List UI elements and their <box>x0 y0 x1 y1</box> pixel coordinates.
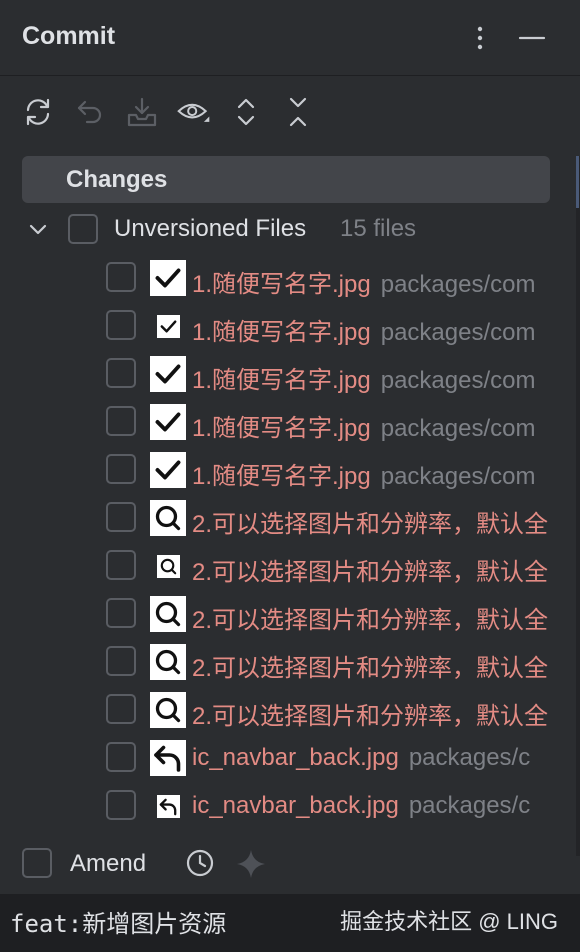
image-thumbnail-search-icon <box>157 555 180 578</box>
file-path: packages/com <box>380 415 536 442</box>
minimize-icon <box>518 36 546 40</box>
file-name: 1.随便写名字.jpg <box>192 367 371 394</box>
unversioned-files-group[interactable]: Unversioned Files 15 files <box>0 206 580 252</box>
commit-options-bar: Amend <box>0 834 580 894</box>
collapse-all-button[interactable] <box>280 94 316 130</box>
file-path: packages/com <box>380 367 536 394</box>
file-list: 1.随便写名字.jpg packages/com 1.随便写名字.jpg packag… <box>0 254 580 834</box>
clock-icon[interactable] <box>184 847 216 879</box>
commit-message-area[interactable]: feat:新增图片资源 掘金技术社区 @ LING <box>0 894 580 952</box>
view-options-button[interactable] <box>176 94 212 130</box>
file-row[interactable]: 1.随便写名字.jpg packages/com <box>0 398 580 446</box>
file-checkbox[interactable] <box>106 502 136 532</box>
chevron-down-icon[interactable] <box>26 217 50 241</box>
file-name: ic_navbar_back.jpg <box>192 792 399 819</box>
file-path: packages/com <box>380 271 536 298</box>
file-row[interactable]: ic_navbar_back.jpg packages/c <box>0 734 580 782</box>
image-thumbnail-back-icon <box>150 740 186 776</box>
file-path: packages/com <box>380 463 536 490</box>
shelve-button[interactable] <box>124 94 160 130</box>
expand-all-icon <box>237 98 255 126</box>
file-path: packages/c <box>408 744 531 771</box>
image-thumbnail-check-icon <box>150 260 186 296</box>
group-label: Unversioned Files <box>114 215 307 242</box>
file-checkbox[interactable] <box>106 550 136 580</box>
changes-tab[interactable]: Changes <box>22 156 550 203</box>
file-name: 2.可以选择图片和分辨率，默认全 <box>192 703 549 730</box>
minimize-button[interactable] <box>516 22 548 54</box>
sparkle-icon[interactable] <box>234 847 268 881</box>
file-row[interactable]: ic_navbar_back.jpg packages/c <box>0 782 580 830</box>
image-thumbnail-search-icon <box>150 500 186 536</box>
amend-label[interactable]: Amend <box>70 850 146 878</box>
watermark: 掘金技术社区 @ LING <box>340 909 558 934</box>
undo-icon <box>77 100 102 124</box>
image-thumbnail-back-icon <box>157 795 180 818</box>
file-row[interactable]: 1.随便写名字.jpg packages/com <box>0 302 580 350</box>
file-checkbox[interactable] <box>106 406 136 436</box>
file-checkbox[interactable] <box>106 790 136 820</box>
file-row[interactable]: 2.可以选择图片和分辨率，默认全 <box>0 494 580 542</box>
image-thumbnail-check-icon <box>157 315 180 338</box>
file-name: 1.随便写名字.jpg <box>192 319 371 346</box>
file-row[interactable]: 2.可以选择图片和分辨率，默认全 <box>0 542 580 590</box>
file-checkbox[interactable] <box>106 454 136 484</box>
group-checkbox[interactable] <box>68 214 98 244</box>
file-row[interactable]: 2.可以选择图片和分辨率，默认全 <box>0 638 580 686</box>
file-checkbox[interactable] <box>106 742 136 772</box>
group-file-count: 15 files <box>340 215 417 242</box>
file-name: ic_navbar_back.jpg <box>192 744 399 771</box>
image-thumbnail-check-icon <box>150 404 186 440</box>
file-name: 2.可以选择图片和分辨率，默认全 <box>192 559 549 586</box>
commit-toolbar <box>0 88 580 136</box>
options-menu-button[interactable] <box>464 22 496 54</box>
collapse-all-icon <box>289 97 307 127</box>
file-name: 1.随便写名字.jpg <box>192 271 371 298</box>
file-row[interactable]: 1.随便写名字.jpg packages/com <box>0 350 580 398</box>
image-thumbnail-search-icon <box>150 692 186 728</box>
file-name: 2.可以选择图片和分辨率，默认全 <box>192 607 549 634</box>
file-name: 1.随便写名字.jpg <box>192 415 371 442</box>
panel-title: Commit <box>22 22 116 50</box>
file-checkbox[interactable] <box>106 694 136 724</box>
file-checkbox[interactable] <box>106 358 136 388</box>
scrollbar-thumb[interactable] <box>576 156 579 208</box>
image-thumbnail-search-icon <box>150 644 186 680</box>
file-name: 2.可以选择图片和分辨率，默认全 <box>192 655 549 682</box>
image-thumbnail-check-icon <box>150 452 186 488</box>
file-checkbox[interactable] <box>106 262 136 292</box>
image-thumbnail-search-icon <box>150 596 186 632</box>
image-thumbnail-check-icon <box>150 356 186 392</box>
file-row[interactable]: 1.随便写名字.jpg packages/com <box>0 446 580 494</box>
download-tray-icon <box>127 97 157 127</box>
file-name: 2.可以选择图片和分辨率，默认全 <box>192 511 549 538</box>
file-row[interactable]: 2.可以选择图片和分辨率，默认全 <box>0 686 580 734</box>
eye-icon <box>177 103 210 122</box>
file-checkbox[interactable] <box>106 598 136 628</box>
refresh-button[interactable] <box>20 94 56 130</box>
refresh-icon <box>26 98 50 126</box>
more-vertical-icon <box>477 26 483 50</box>
file-row[interactable]: 2.可以选择图片和分辨率，默认全 <box>0 590 580 638</box>
rollback-button[interactable] <box>72 94 108 130</box>
file-name: 1.随便写名字.jpg <box>192 463 371 490</box>
commit-header: Commit <box>0 0 580 76</box>
file-checkbox[interactable] <box>106 646 136 676</box>
file-row[interactable]: 1.随便写名字.jpg packages/com <box>0 254 580 302</box>
file-checkbox[interactable] <box>106 310 136 340</box>
expand-all-button[interactable] <box>228 94 264 130</box>
file-path: packages/com <box>380 319 536 346</box>
file-path: packages/c <box>408 792 531 819</box>
commit-message-input[interactable]: feat:新增图片资源 <box>10 904 226 939</box>
amend-checkbox[interactable] <box>22 848 52 878</box>
